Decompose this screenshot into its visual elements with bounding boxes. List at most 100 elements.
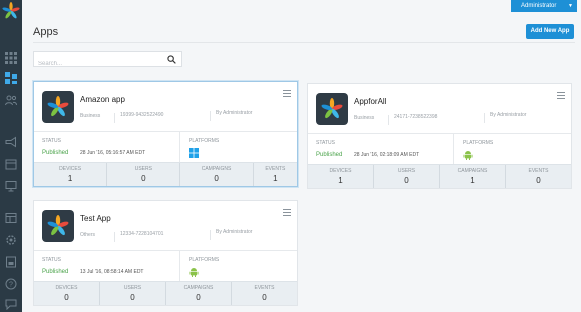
status-badge: Published (316, 152, 343, 158)
events-stat: EVENTS 1 (254, 163, 297, 186)
android-icon (463, 151, 473, 160)
events-label: EVENTS (265, 166, 286, 172)
campaigns-stat: CAMPAIGNS 1 (440, 165, 506, 188)
platforms-label: PLATFORMS (189, 257, 220, 263)
app-category: Others (80, 232, 96, 238)
app-name[interactable]: Amazon app (80, 95, 125, 104)
campaigns-count: 0 (214, 174, 219, 183)
search-icon[interactable] (167, 55, 176, 64)
events-label: EVENTS (254, 285, 275, 291)
devices-label: DEVICES (59, 166, 82, 172)
devices-count: 0 (64, 293, 69, 302)
calendar-icon[interactable] (5, 158, 17, 170)
events-stat: EVENTS 0 (506, 165, 571, 188)
chevron-down-icon: ▼ (568, 3, 573, 9)
search-input[interactable] (34, 57, 154, 71)
status-badge: Published (42, 150, 69, 156)
app-card[interactable]: AppforAll Business 24171-7238522398 By A… (307, 83, 572, 189)
users-label: USERS (134, 166, 152, 172)
app-id: 19399-9432522490 (114, 113, 163, 123)
campaigns-label: CAMPAIGNS (183, 285, 214, 291)
search-box (33, 51, 182, 71)
apps-icon[interactable] (5, 72, 17, 84)
platforms-label: PLATFORMS (189, 138, 220, 144)
app-status-row: STATUS Published 28 Jun '16, 05:16:57 AM… (34, 131, 297, 164)
app-status-row: STATUS Published 28 Jun '16, 02:18:09 AM… (308, 133, 571, 166)
campaigns-label: CAMPAIGNS (457, 168, 488, 174)
users-count: 0 (404, 176, 409, 185)
devices-stat: DEVICES 1 (34, 163, 108, 186)
status-column: STATUS Published 28 Jun '16, 02:18:09 AM… (308, 134, 454, 166)
devices-count: 1 (67, 174, 73, 183)
published-date: 28 Jun '16, 02:18:09 AM EDT (354, 152, 420, 158)
help-icon[interactable]: ? (5, 278, 17, 290)
events-count: 1 (273, 174, 278, 183)
hamburger-menu-icon[interactable] (283, 209, 291, 217)
users-label: USERS (397, 168, 416, 174)
admin-user-menu[interactable]: Administrator ▼ (511, 0, 577, 12)
app-owner: By Administrator (210, 230, 252, 240)
app-id: 24171-7238522398 (388, 115, 437, 125)
status-column: STATUS Published 13 Jul '16, 08:58:14 AM… (34, 251, 180, 283)
app-id: 12334-7228104701 (114, 232, 163, 242)
sidebar: ? (0, 0, 22, 312)
platforms-label: PLATFORMS (463, 140, 494, 146)
app-stats-row: DEVICES 1 USERS 0 CAMPAIGNS 1 EVENTS 0 (308, 164, 571, 188)
devices-label: DEVICES (55, 285, 78, 291)
app-logo-icon (42, 210, 74, 242)
hamburger-menu-icon[interactable] (283, 90, 291, 98)
app-owner: By Administrator (210, 111, 252, 121)
devices-label: DEVICES (329, 168, 352, 174)
status-label: STATUS (42, 138, 61, 144)
app-logo-icon (42, 91, 74, 123)
campaigns-stat: CAMPAIGNS 0 (180, 163, 254, 186)
events-count: 0 (262, 293, 267, 302)
users-label: USERS (123, 285, 142, 291)
app-name[interactable]: Test App (80, 214, 111, 223)
users-stat: USERS 0 (100, 282, 166, 305)
events-label: EVENTS (528, 168, 549, 174)
devices-stat: DEVICES 1 (308, 165, 374, 188)
app-category: Business (354, 115, 375, 121)
report-icon[interactable] (5, 256, 17, 268)
app-owner: By Administrator (484, 113, 526, 123)
users-stat: USERS 0 (374, 165, 440, 188)
status-label: STATUS (42, 257, 61, 263)
app-card[interactable]: Amazon app Business 19399-9432522490 By … (33, 81, 298, 187)
users-count: 0 (141, 174, 146, 183)
devices-stat: DEVICES 0 (34, 282, 100, 305)
add-new-app-button[interactable]: Add New App (526, 24, 574, 39)
published-date: 13 Jul '16, 08:58:14 AM EDT (80, 269, 144, 275)
chat-icon[interactable] (5, 298, 17, 310)
app-status-row: STATUS Published 13 Jul '16, 08:58:14 AM… (34, 250, 297, 283)
users-count: 0 (130, 293, 135, 302)
settings-icon[interactable] (5, 234, 17, 246)
status-column: STATUS Published 28 Jun '16, 05:16:57 AM… (34, 132, 180, 164)
users-stat: USERS 0 (107, 163, 181, 186)
admin-label: Administrator (521, 3, 557, 9)
grid-icon[interactable] (5, 52, 17, 64)
app-category: Business (80, 113, 101, 119)
page-title: Apps (33, 26, 59, 38)
app-stats-row: DEVICES 1 USERS 0 CAMPAIGNS 0 EVENTS 1 (34, 162, 297, 186)
app-card[interactable]: Test App Others 12334-7228104701 By Admi… (33, 200, 298, 306)
monitor-icon[interactable] (5, 180, 17, 192)
campaigns-count: 0 (196, 293, 201, 302)
events-count: 0 (536, 176, 541, 185)
campaigns-count: 1 (470, 176, 475, 185)
brand-logo-icon[interactable] (2, 2, 20, 20)
hamburger-menu-icon[interactable] (557, 92, 565, 100)
campaigns-stat: CAMPAIGNS 0 (166, 282, 232, 305)
megaphone-icon[interactable] (5, 136, 17, 148)
published-date: 28 Jun '16, 05:16:57 AM EDT (80, 150, 146, 156)
users-icon[interactable] (5, 94, 17, 106)
campaigns-label: CAMPAIGNS (201, 166, 232, 172)
android-icon (189, 268, 199, 277)
status-label: STATUS (316, 140, 335, 146)
table-icon[interactable] (5, 212, 17, 224)
events-stat: EVENTS 0 (232, 282, 297, 305)
app-name[interactable]: AppforAll (354, 97, 386, 106)
app-stats-row: DEVICES 0 USERS 0 CAMPAIGNS 0 EVENTS 0 (34, 281, 297, 305)
svg-text:?: ? (9, 282, 13, 289)
devices-count: 1 (338, 176, 343, 185)
